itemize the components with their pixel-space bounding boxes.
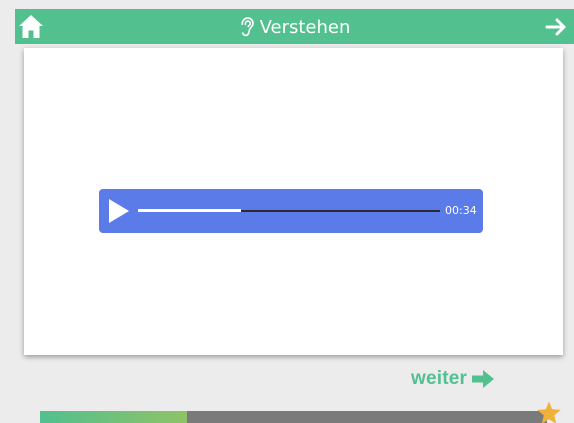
play-button[interactable] [108,198,130,224]
arrow-right-icon [472,370,495,388]
lesson-progress-fill [40,411,188,423]
lesson-progress-track [40,411,547,423]
audio-player: 00:34 [99,189,483,233]
play-icon [109,199,129,223]
audio-progress-fill [138,209,241,212]
header-bar: Verstehen [15,9,574,44]
page-title: Verstehen [259,17,351,38]
header-title-group: Verstehen [15,9,574,44]
ear-icon [240,16,254,36]
audio-progress-track[interactable] [138,209,440,212]
home-button[interactable] [17,14,45,40]
arrow-right-icon [545,18,566,36]
continue-button[interactable]: weiter [411,366,495,392]
exercise-card: 00:34 [24,48,563,355]
app-screen: Verstehen 00:34 weiter [0,0,574,423]
star-icon [537,401,561,423]
home-icon [19,15,43,38]
audio-time: 00:34 [445,204,477,217]
continue-label: weiter [411,368,468,389]
next-button[interactable] [544,15,568,39]
